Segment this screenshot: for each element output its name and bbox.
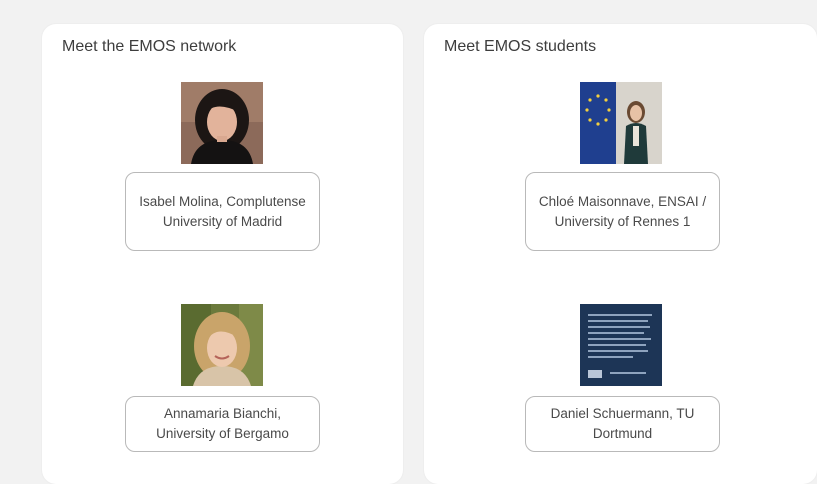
students-card-title: Meet EMOS students — [444, 38, 597, 55]
chloe-maisonnave-name-box[interactable]: Chloé Maisonnave, ENSAI / University of … — [525, 172, 720, 251]
annamaria-bianchi-photo[interactable] — [181, 304, 263, 386]
person-name: Chloé Maisonnave, ENSAI / University of … — [538, 193, 707, 229]
person-name: Isabel Molina, Complutense University of… — [139, 193, 306, 229]
daniel-schuermann-name-box[interactable]: Daniel Schuermann, TU Dortmund — [525, 396, 720, 452]
network-card: Meet the EMOS network Isabel Molina, Com… — [42, 24, 403, 484]
annamaria-bianchi-name-box[interactable]: Annamaria Bianchi, University of Bergamo — [125, 396, 320, 452]
portrait-icon — [181, 82, 263, 164]
portrait-icon — [181, 304, 263, 386]
chloe-maisonnave-photo[interactable] — [580, 82, 662, 164]
network-card-title: Meet the EMOS network — [62, 38, 237, 55]
portrait-icon — [580, 82, 662, 164]
poster-icon — [580, 304, 662, 386]
daniel-schuermann-photo[interactable] — [580, 304, 662, 386]
person-name: Daniel Schuermann, TU Dortmund — [550, 406, 695, 441]
isabel-molina-name-box[interactable]: Isabel Molina, Complutense University of… — [125, 172, 320, 251]
person-name: Annamaria Bianchi, University of Bergamo — [156, 406, 289, 441]
isabel-molina-photo[interactable] — [181, 82, 263, 164]
students-card: Meet EMOS students Chloé Maisonnave, ENS… — [424, 24, 817, 484]
